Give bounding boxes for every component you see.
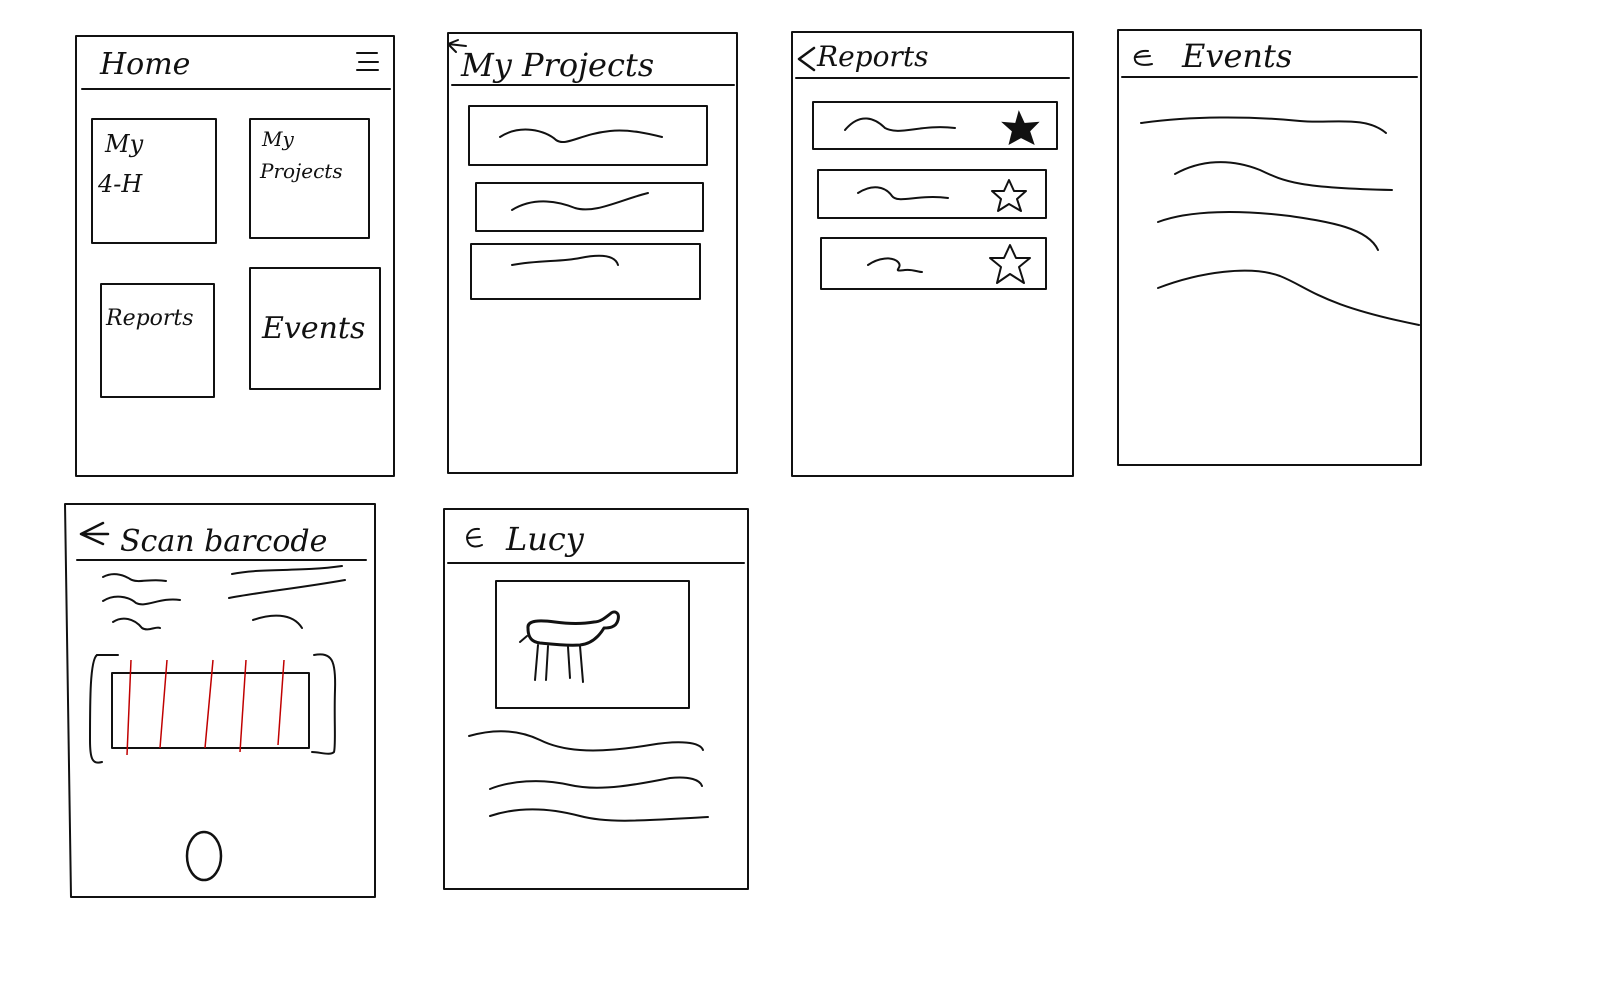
barcode-scanner-viewfinder[interactable] — [89, 653, 337, 764]
placeholder-text — [102, 573, 167, 583]
placeholder-text — [228, 579, 346, 599]
placeholder-text — [231, 565, 343, 575]
event-list — [1140, 116, 1420, 326]
report-row[interactable] — [820, 237, 1047, 290]
project-card[interactable] — [468, 105, 708, 166]
project-card[interactable] — [475, 182, 704, 232]
tile-label: My — [261, 127, 294, 151]
phone-frame — [75, 35, 395, 477]
hamburger-menu-icon[interactable] — [356, 52, 379, 71]
screen-home: Home My 4-H My Projects Reports Events — [75, 35, 395, 477]
screen-events: Events — [1117, 29, 1422, 466]
report-row[interactable] — [817, 169, 1047, 219]
tile-reports[interactable]: Reports — [100, 283, 215, 398]
placeholder-text — [844, 117, 956, 132]
event-item[interactable] — [1157, 269, 1420, 326]
placeholder-text — [489, 808, 709, 822]
star-filled-icon[interactable] — [1001, 110, 1040, 145]
placeholder-text — [499, 128, 663, 143]
animal-details-text — [468, 730, 709, 822]
back-arrow-icon[interactable] — [797, 46, 816, 72]
screen-title: My Projects — [460, 46, 654, 84]
screen-animal-detail: Lucy — [443, 508, 749, 890]
tile-events[interactable]: Events — [249, 267, 381, 390]
animal-photo — [495, 580, 690, 709]
project-card[interactable] — [470, 243, 701, 300]
phone-frame — [443, 508, 749, 890]
tile-label: Events — [261, 311, 365, 346]
screen-my-projects: My Projects — [447, 32, 738, 474]
tile-my-4h[interactable]: My 4-H — [91, 118, 217, 244]
placeholder-text — [857, 186, 949, 201]
event-item[interactable] — [1174, 161, 1393, 191]
screen-title: Reports — [816, 40, 928, 73]
placeholder-text — [867, 257, 923, 273]
placeholder-text — [102, 595, 181, 606]
phone-frame — [791, 31, 1074, 477]
event-item[interactable] — [1140, 116, 1387, 134]
tile-label: 4-H — [97, 170, 143, 198]
screen-title: Home — [99, 47, 190, 82]
tile-label: My — [104, 130, 144, 158]
placeholder-text — [489, 776, 703, 790]
tile-label: Reports — [105, 306, 194, 331]
report-row[interactable] — [812, 101, 1058, 150]
tile-my-projects[interactable]: My Projects — [249, 118, 370, 239]
back-arrow-icon[interactable] — [1133, 49, 1153, 66]
screen-reports: Reports — [791, 31, 1074, 477]
placeholder-text — [468, 730, 704, 752]
screen-title: Events — [1181, 37, 1292, 75]
placeholder-text — [112, 617, 161, 631]
star-icon[interactable] — [989, 244, 1031, 284]
placeholder-text — [511, 192, 649, 211]
event-item[interactable] — [1157, 211, 1379, 251]
barcode-lines — [126, 659, 285, 756]
wireframe-sketch: Home My 4-H My Projects Reports Events M… — [64, 29, 1422, 898]
viewfinder-bracket — [89, 654, 103, 764]
viewfinder-bracket — [311, 653, 337, 755]
tile-label: Projects — [259, 159, 343, 183]
screen-scan-barcode: Scan barcode — [64, 503, 376, 898]
screen-title: Scan barcode — [120, 524, 327, 559]
phone-frame — [447, 32, 738, 474]
star-icon[interactable] — [991, 179, 1027, 212]
camera-shutter-icon[interactable] — [185, 830, 223, 882]
screen-title: Lucy — [505, 520, 585, 558]
back-arrow-icon[interactable] — [466, 527, 483, 548]
placeholder-text — [511, 254, 619, 266]
back-arrow-icon[interactable] — [79, 521, 110, 546]
scan-instructions — [102, 565, 346, 631]
placeholder-text — [252, 614, 303, 629]
